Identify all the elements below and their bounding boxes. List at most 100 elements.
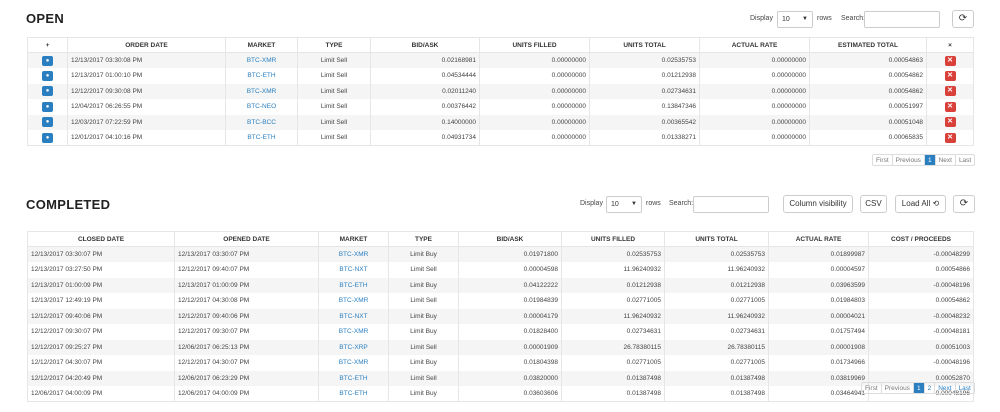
market-link[interactable]: BTC-ETH: [318, 386, 389, 402]
market-link[interactable]: BTC-XMR: [318, 324, 389, 340]
pager-page-2[interactable]: 2: [925, 383, 936, 393]
completed-search-input[interactable]: [693, 196, 769, 213]
order-type: Limit Buy: [388, 277, 459, 293]
pager-next[interactable]: Next: [935, 383, 956, 393]
open-refresh-button[interactable]: ⟳: [952, 10, 974, 28]
bid-ask: 0.01804398: [458, 355, 562, 371]
info-icon[interactable]: ●: [42, 55, 53, 66]
open-search-input[interactable]: [864, 11, 940, 28]
header-order-date[interactable]: ORDER DATE: [67, 37, 226, 53]
header-units-filled[interactable]: UNITS FILLED: [561, 231, 665, 247]
table-row: 12/12/2017 04:30:07 PM 12/12/2017 04:30:0…: [27, 355, 974, 371]
cost-proceeds: -0.00048299: [868, 246, 974, 262]
market-link[interactable]: BTC-ETH: [225, 130, 298, 146]
open-search-label: Search:: [841, 15, 866, 22]
order-date: 12/13/2017 03:30:08 PM: [67, 52, 226, 68]
cancel-order-icon[interactable]: ✕: [944, 70, 956, 81]
estimated-total: 0.00051997: [809, 99, 927, 115]
actual-rate: 0.03464941: [768, 386, 869, 402]
cancel-order-icon[interactable]: ✕: [944, 101, 956, 112]
market-link[interactable]: BTC-ETH: [225, 68, 298, 84]
header-actual-rate[interactable]: ACTUAL RATE: [768, 231, 869, 247]
bid-ask: 0.01828400: [458, 324, 562, 340]
header-closed-date[interactable]: CLOSED DATE: [27, 231, 175, 247]
cancel-order-icon[interactable]: ✕: [944, 132, 956, 143]
market-link[interactable]: BTC-ETH: [318, 277, 389, 293]
closed-date: 12/12/2017 09:25:27 PM: [27, 339, 175, 355]
opened-date: 12/12/2017 04:30:08 PM: [174, 293, 319, 309]
market-link[interactable]: BTC-XRP: [318, 339, 389, 355]
order-date: 12/13/2017 01:00:10 PM: [67, 68, 226, 84]
market-link[interactable]: BTC-ETH: [318, 370, 389, 386]
header-estimated-total[interactable]: ESTIMATED TOTAL: [809, 37, 927, 53]
table-row: 12/13/2017 12:49:19 PM 12/12/2017 04:30:0…: [27, 293, 974, 309]
cancel-order-icon[interactable]: ✕: [944, 117, 956, 128]
market-link[interactable]: BTC-XMR: [318, 355, 389, 371]
order-date: 12/01/2017 04:10:16 PM: [67, 130, 226, 146]
info-icon[interactable]: ●: [42, 132, 53, 143]
header-type[interactable]: TYPE: [297, 37, 371, 53]
bid-ask: 0.02011240: [370, 83, 480, 99]
pager-first[interactable]: First: [873, 155, 893, 165]
header-opened-date[interactable]: OPENED DATE: [174, 231, 319, 247]
column-visibility-button[interactable]: Column visibility: [783, 195, 853, 213]
header-bid-ask[interactable]: BID/ASK: [458, 231, 562, 247]
csv-button[interactable]: CSV: [860, 195, 887, 213]
table-row: ● 12/01/2017 04:10:16 PM BTC-ETH Limit S…: [27, 130, 974, 146]
actual-rate: 0.00000000: [699, 114, 810, 130]
header-cancel: ×: [926, 37, 974, 53]
completed-refresh-button[interactable]: ⟳: [953, 195, 975, 213]
pager-previous[interactable]: Previous: [893, 155, 925, 165]
header-units-filled[interactable]: UNITS FILLED: [479, 37, 590, 53]
units-total: 0.00365542: [589, 114, 700, 130]
cancel-order-icon[interactable]: ✕: [944, 86, 956, 97]
order-type: Limit Sell: [297, 130, 371, 146]
units-filled: 0.02734631: [561, 324, 665, 340]
table-row: ● 12/12/2017 09:30:08 PM BTC-XMR Limit S…: [27, 83, 974, 99]
table-row: 12/12/2017 09:25:27 PM 12/06/2017 06:25:1…: [27, 339, 974, 355]
market-link[interactable]: BTC-XMR: [225, 83, 298, 99]
bid-ask: 0.14000000: [370, 114, 480, 130]
header-type[interactable]: TYPE: [388, 231, 459, 247]
header-market[interactable]: MARKET: [225, 37, 298, 53]
units-total: 0.01387498: [664, 386, 769, 402]
header-units-total[interactable]: UNITS TOTAL: [589, 37, 700, 53]
closed-date: 12/06/2017 04:00:09 PM: [27, 386, 175, 402]
pager-next[interactable]: Next: [936, 155, 956, 165]
info-icon[interactable]: ●: [42, 86, 53, 97]
market-link[interactable]: BTC-XMR: [318, 293, 389, 309]
order-type: Limit Buy: [388, 355, 459, 371]
cancel-order-icon[interactable]: ✕: [944, 55, 956, 66]
pager-first[interactable]: First: [862, 383, 882, 393]
expand-all-header[interactable]: +: [27, 37, 68, 53]
market-link[interactable]: BTC-NXT: [318, 262, 389, 278]
market-link[interactable]: BTC-XMR: [318, 246, 389, 262]
open-display-select[interactable]: 10 ▼: [777, 11, 813, 28]
pager-page-1[interactable]: 1: [924, 155, 936, 165]
info-icon[interactable]: ●: [42, 101, 53, 112]
units-total: 0.02771005: [664, 355, 769, 371]
table-row: 12/13/2017 03:27:50 PM 12/12/2017 09:40:0…: [27, 262, 974, 278]
market-link[interactable]: BTC-XMR: [225, 52, 298, 68]
completed-display-select[interactable]: 10 ▼: [606, 196, 642, 213]
info-icon[interactable]: ●: [42, 117, 53, 128]
bid-ask: 0.04534444: [370, 68, 480, 84]
market-link[interactable]: BTC-NXT: [318, 308, 389, 324]
header-actual-rate[interactable]: ACTUAL RATE: [699, 37, 810, 53]
pager-last[interactable]: Last: [956, 155, 974, 165]
market-link[interactable]: BTC-NEO: [225, 99, 298, 115]
order-type: Limit Sell: [388, 339, 459, 355]
header-cost-proceeds[interactable]: COST / PROCEEDS: [868, 231, 974, 247]
opened-date: 12/06/2017 06:23:29 PM: [174, 370, 319, 386]
units-total: 0.01338271: [589, 130, 700, 146]
header-market[interactable]: MARKET: [318, 231, 389, 247]
market-link[interactable]: BTC-BCC: [225, 114, 298, 130]
pager-last[interactable]: Last: [956, 383, 974, 393]
pager-page-1[interactable]: 1: [913, 383, 925, 393]
cost-proceeds: 0.00054862: [868, 293, 974, 309]
info-icon[interactable]: ●: [42, 70, 53, 81]
header-bid-ask[interactable]: BID/ASK: [370, 37, 480, 53]
pager-previous[interactable]: Previous: [882, 383, 914, 393]
header-units-total[interactable]: UNITS TOTAL: [664, 231, 769, 247]
load-all-button[interactable]: Load All ⟲: [895, 195, 946, 213]
